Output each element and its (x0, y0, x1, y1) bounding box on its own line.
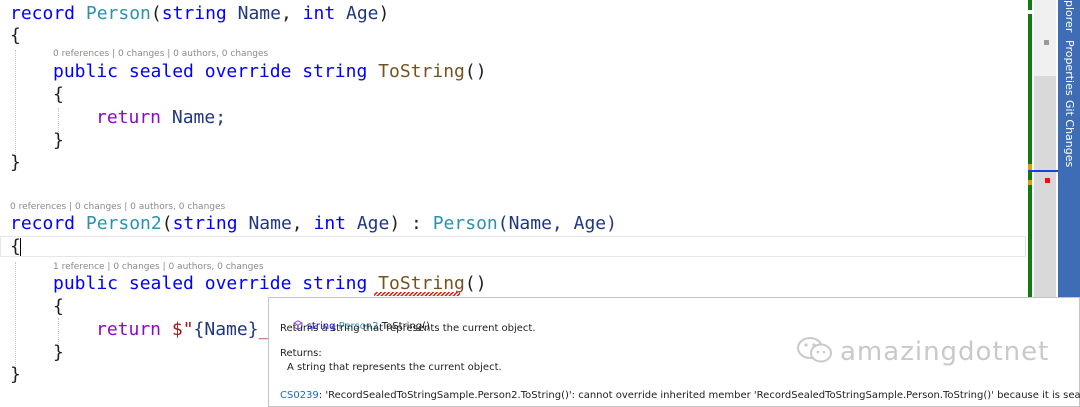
tooltip-returns-label: Returns: (280, 348, 322, 359)
error-code-link[interactable]: CS0239 (280, 390, 319, 401)
code-line: return Name; (96, 107, 227, 128)
tooltip-returns-text: A string that represents the current obj… (287, 362, 502, 373)
scrollbar-mark (1044, 40, 1049, 45)
code-line: return $"{Name}_ (96, 319, 270, 340)
watermark-text: amazingdotnet (840, 337, 1050, 367)
current-line-highlight (0, 236, 1026, 257)
indent-guide (15, 262, 16, 370)
code-line: } (10, 152, 21, 173)
codelens-info[interactable]: 0 references | 0 changes | 0 authors, 0 … (53, 48, 268, 60)
codelens-info[interactable]: 1 reference | 0 changes | 0 authors, 0 c… (53, 261, 264, 273)
code-line: public sealed override string ToString() (53, 61, 487, 82)
scrollbar-warning-mark (1028, 164, 1032, 170)
code-line: { (53, 296, 64, 317)
tooltip-summary: Returns a string that represents the cur… (280, 323, 536, 334)
indent-guide (15, 50, 16, 158)
tab-solution-explorer[interactable]: plorer (1060, 0, 1078, 32)
tab-properties[interactable]: Properties (1060, 40, 1078, 96)
watermark: amazingdotnet (796, 336, 1049, 367)
scrollbar-warning-mark (1028, 180, 1032, 185)
code-line: { (10, 25, 21, 46)
change-margin-indicator (1028, 0, 1032, 10)
tooltip-error: CS0239: 'RecordSealedToStringSample.Pers… (280, 390, 1080, 401)
wechat-icon (797, 337, 832, 363)
code-line: } (10, 364, 21, 385)
tab-git-changes[interactable]: Git Changes (1060, 100, 1078, 167)
text-caret (20, 238, 21, 256)
codelens-info[interactable]: 0 references | 0 changes | 0 authors, 0 … (10, 201, 225, 213)
error-squiggle[interactable] (374, 292, 460, 296)
code-line: { (53, 84, 64, 105)
scrollbar-error-mark (1045, 178, 1050, 183)
code-line: record Person(string Name, int Age) (10, 3, 390, 24)
scrollbar-caret-mark (1028, 170, 1058, 172)
code-line: } (53, 342, 64, 363)
code-line: record Person2(string Name, int Age) : P… (10, 213, 617, 234)
code-line: } (53, 130, 64, 151)
